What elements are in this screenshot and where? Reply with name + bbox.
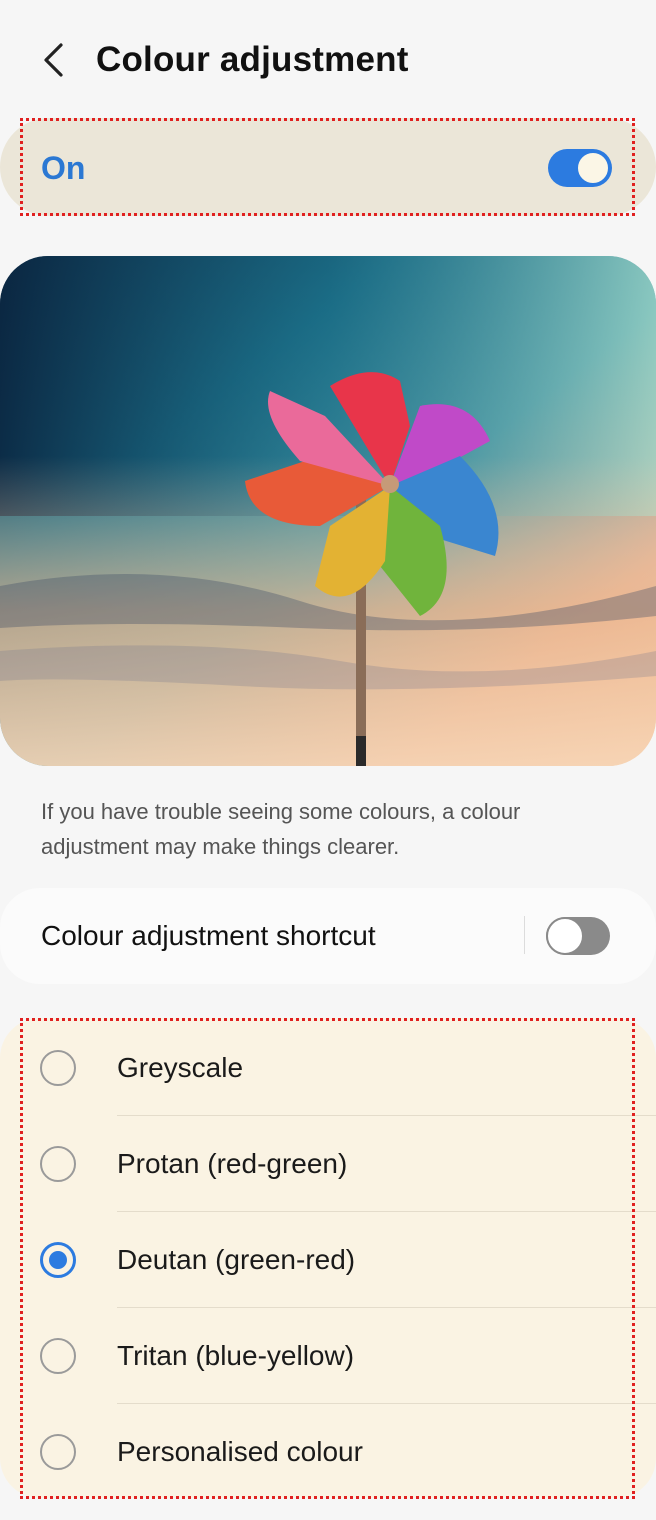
vertical-divider [524,916,525,954]
pinwheel-image [0,256,656,766]
option-label: Protan (red-green) [117,1148,348,1179]
page-title: Colour adjustment [96,40,409,79]
option-label: Tritan (blue-yellow) [117,1340,355,1371]
radio-button[interactable] [40,1338,76,1374]
radio-button-selected[interactable] [40,1242,76,1278]
option-label: Personalised colour [117,1436,363,1467]
chevron-left-icon [44,43,63,77]
pinwheel-illustration [0,256,656,766]
colour-mode-options: Greyscale Protan (red-green) Deutan (gre… [0,1018,656,1498]
radio-button[interactable] [40,1146,76,1182]
shortcut-toggle[interactable] [546,917,610,955]
option-label: Greyscale [117,1052,244,1083]
option-protan[interactable]: Protan (red-green) [0,1116,656,1212]
radio-button[interactable] [40,1050,76,1086]
shortcut-label: Colour adjustment shortcut [41,920,376,951]
option-label: Deutan (green-red) [117,1244,356,1275]
master-toggle[interactable] [548,149,612,187]
option-tritan[interactable]: Tritan (blue-yellow) [0,1308,656,1404]
master-switch-label: On [41,150,86,186]
toggle-knob [546,917,584,955]
back-button[interactable] [30,36,78,84]
option-personalised[interactable]: Personalised colour [0,1404,656,1500]
radio-button[interactable] [40,1434,76,1470]
option-deutan[interactable]: Deutan (green-red) [0,1212,656,1308]
option-greyscale[interactable]: Greyscale [0,1020,656,1116]
app-header: Colour adjustment [0,0,656,120]
toggle-knob [576,151,610,185]
description-text: If you have trouble seeing some colours,… [41,799,521,859]
